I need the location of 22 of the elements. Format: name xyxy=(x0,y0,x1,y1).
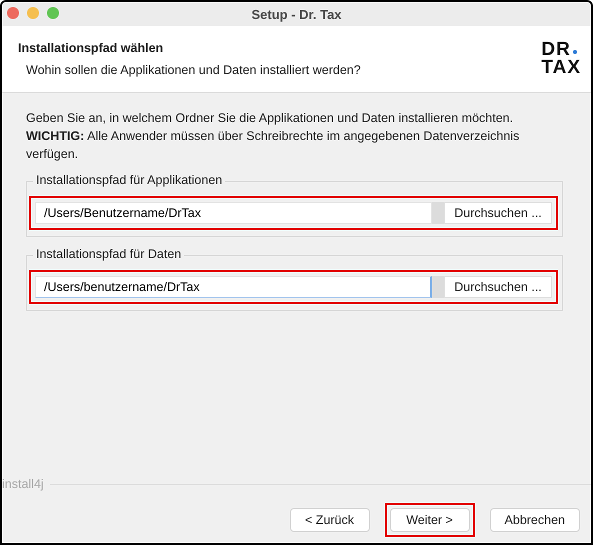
nav-button[interactable]: < Zurück xyxy=(290,508,370,532)
browse-button[interactable]: Durchsuchen ... xyxy=(444,276,552,298)
installer-brand: install4j xyxy=(2,477,44,491)
nav-button[interactable]: Weiter > xyxy=(390,508,470,532)
path-field[interactable]: /Users/benutzername/DrTax xyxy=(35,276,432,298)
nav-button[interactable]: Abbrechen xyxy=(490,508,580,532)
logo-dot-icon xyxy=(572,50,577,54)
path-field[interactable]: /Users/Benutzername/DrTax xyxy=(35,202,432,224)
close-icon[interactable] xyxy=(7,7,19,19)
page-title: Installationspfad wählen xyxy=(18,41,164,55)
minimize-icon[interactable] xyxy=(27,7,39,19)
window-title: Setup - Dr. Tax xyxy=(251,6,342,22)
logo-text: TAX xyxy=(541,59,581,77)
field-separator xyxy=(432,276,444,298)
group-label: Installationspfad für Applikationen xyxy=(33,173,226,187)
field-separator xyxy=(432,202,444,224)
group-label: Installationspfad für Daten xyxy=(33,247,184,261)
instruction-text: Geben Sie an, in welchem Ordner Sie die Applikationen und Daten installieren möchten. WICHTIG: Alle Anwender müssen über Schreibrechte im angegebenen Datenverzeichnis verfügen. xyxy=(26,110,520,163)
page-subtitle: Wohin sollen die Applikationen und Daten installiert werden? xyxy=(25,63,361,77)
logo-text: DR xyxy=(541,41,571,59)
browse-button[interactable]: Durchsuchen ... xyxy=(444,202,552,224)
maximize-icon[interactable] xyxy=(47,7,59,19)
